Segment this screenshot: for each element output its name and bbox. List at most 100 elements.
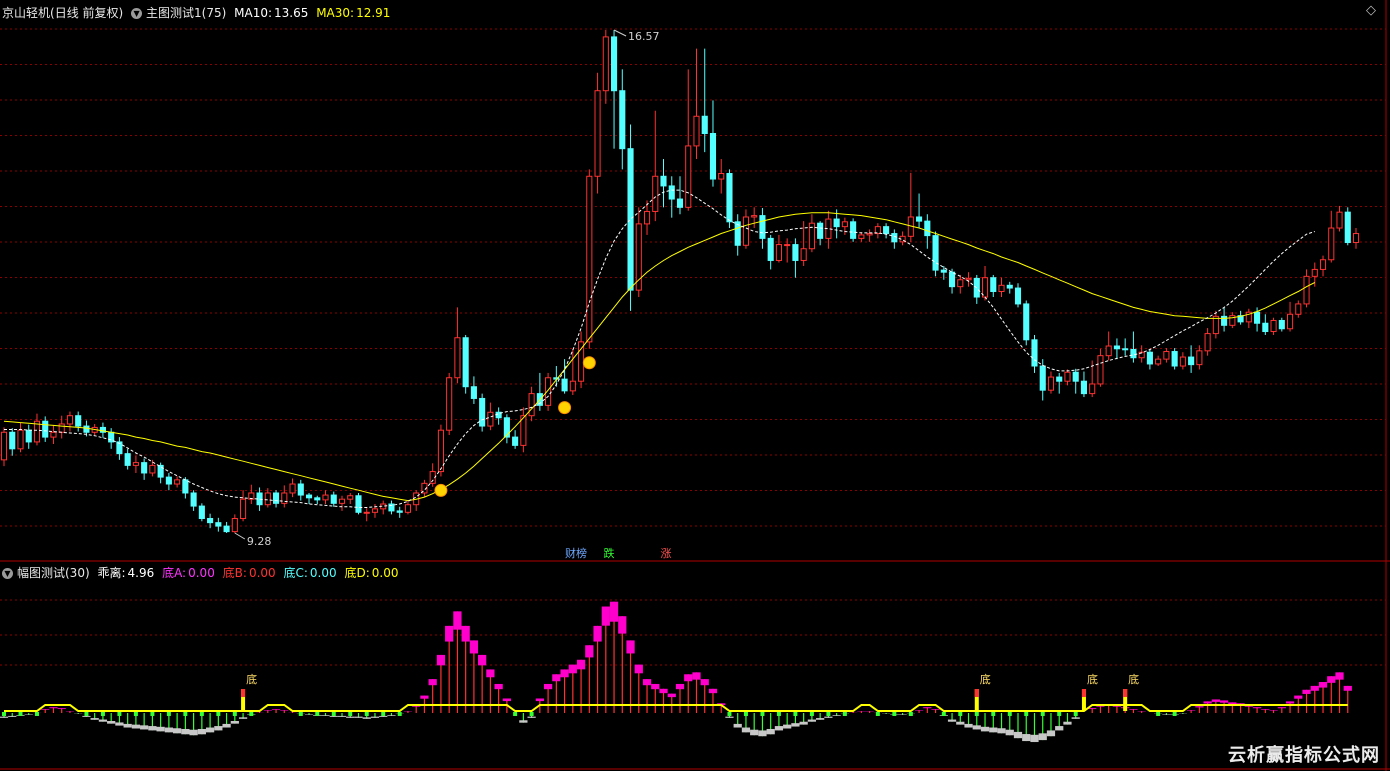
candle-body: [602, 36, 609, 92]
candle-body: [297, 483, 304, 496]
baseline-tick: [183, 712, 188, 716]
candle-body: [1171, 351, 1178, 367]
candle-body: [1295, 303, 1302, 315]
candle-body: [701, 115, 708, 134]
candle-body: [1031, 339, 1038, 367]
candle-body: [1097, 355, 1104, 385]
candle-body: [446, 377, 453, 431]
bottom-b-label: 底B:: [222, 566, 247, 580]
candle-body: [1286, 313, 1294, 330]
baseline-tick: [364, 712, 369, 716]
candle-body: [1319, 259, 1327, 270]
candle-body: [404, 504, 412, 513]
candle-body: [198, 505, 205, 520]
candle-body: [454, 337, 461, 379]
candle-body: [742, 216, 750, 246]
baseline-tick: [513, 712, 518, 716]
diamond-icon[interactable]: ◇: [1366, 3, 1376, 18]
baseline-tick: [117, 712, 122, 716]
high-pointer: [613, 29, 627, 37]
candle-body: [792, 244, 799, 261]
baseline-tick: [776, 712, 781, 716]
candle-body: [627, 148, 634, 291]
candle-body: [470, 386, 477, 399]
baseline-tick: [216, 712, 221, 716]
candle-body: [1270, 319, 1277, 333]
bottom-b-value: 0.00: [248, 566, 276, 580]
candle-body: [165, 476, 172, 485]
baseline-tick: [743, 712, 748, 716]
chevron-down-icon[interactable]: ▼: [2, 568, 13, 579]
bottom-signal-cap: [1081, 689, 1086, 697]
candle-body: [132, 462, 139, 466]
candle-body: [726, 173, 733, 223]
baseline-tick: [249, 712, 254, 716]
candle-body: [108, 431, 115, 443]
candle-body: [619, 90, 626, 150]
candle-body: [1336, 211, 1343, 229]
candle-body: [1262, 322, 1269, 333]
bottom-signal-cap: [241, 689, 246, 697]
baseline-tick: [34, 712, 39, 716]
candle-body: [940, 269, 947, 273]
candle-body: [124, 453, 131, 466]
candle-body: [1188, 356, 1195, 366]
baseline-tick: [1156, 712, 1161, 716]
candle-body: [396, 510, 403, 513]
candle-body: [512, 436, 519, 446]
candle-body: [1204, 333, 1211, 352]
baseline-tick: [1040, 712, 1045, 716]
candle-body: [0, 431, 8, 461]
candle-body: [58, 423, 65, 433]
candle-body: [759, 215, 766, 239]
candle-body: [767, 237, 774, 261]
sub-indicator-name[interactable]: 幅图测试(30): [17, 566, 90, 580]
bottom-d-value: 0.00: [371, 566, 399, 580]
smiley-icon: [582, 356, 596, 370]
baseline-tick: [1057, 712, 1062, 716]
bottom-a-label: 底A:: [162, 566, 187, 580]
candle-body: [817, 222, 824, 239]
baseline-tick: [166, 712, 171, 716]
candle-body: [957, 279, 964, 288]
baseline-tick: [232, 712, 237, 716]
candle-body: [1130, 348, 1137, 359]
candle-body: [355, 495, 362, 513]
deviation-value: 4.96: [127, 566, 155, 580]
ma30-line: [3, 212, 1316, 502]
baseline-tick: [331, 712, 336, 716]
candle-body: [182, 479, 189, 494]
chevron-down-icon[interactable]: ▼: [131, 8, 143, 19]
candle-body: [1254, 311, 1261, 324]
candle-body: [223, 525, 230, 533]
candle-body: [610, 36, 618, 92]
candle-body: [322, 494, 329, 501]
candle-body: [924, 220, 931, 237]
signal-label: 跌: [604, 546, 615, 560]
candle-body: [1072, 371, 1079, 382]
bottom-d-label: 底D:: [344, 566, 370, 580]
candle-body: [998, 284, 1005, 293]
baseline-tick: [809, 712, 814, 716]
candle-body: [1278, 319, 1285, 330]
baseline-tick: [199, 712, 204, 716]
candle-body: [462, 337, 469, 388]
candle-body: [1303, 275, 1310, 305]
candle-body: [965, 277, 972, 281]
candle-body: [487, 411, 494, 427]
candle-body: [1196, 350, 1203, 366]
candle-body: [314, 497, 321, 501]
candle-body: [981, 277, 989, 298]
candle-body: [883, 226, 890, 235]
candle-body: [174, 479, 181, 485]
main-indicator-name[interactable]: 主图测试1(75): [146, 6, 226, 20]
candle-body: [190, 492, 197, 507]
candle-body: [479, 397, 486, 427]
candle-body: [50, 431, 57, 438]
baseline-tick: [908, 712, 913, 716]
baseline-tick: [381, 712, 386, 716]
candle-body: [1006, 284, 1013, 289]
candle-body: [528, 393, 535, 417]
candle-body: [305, 494, 313, 499]
candle-body: [1080, 380, 1088, 395]
